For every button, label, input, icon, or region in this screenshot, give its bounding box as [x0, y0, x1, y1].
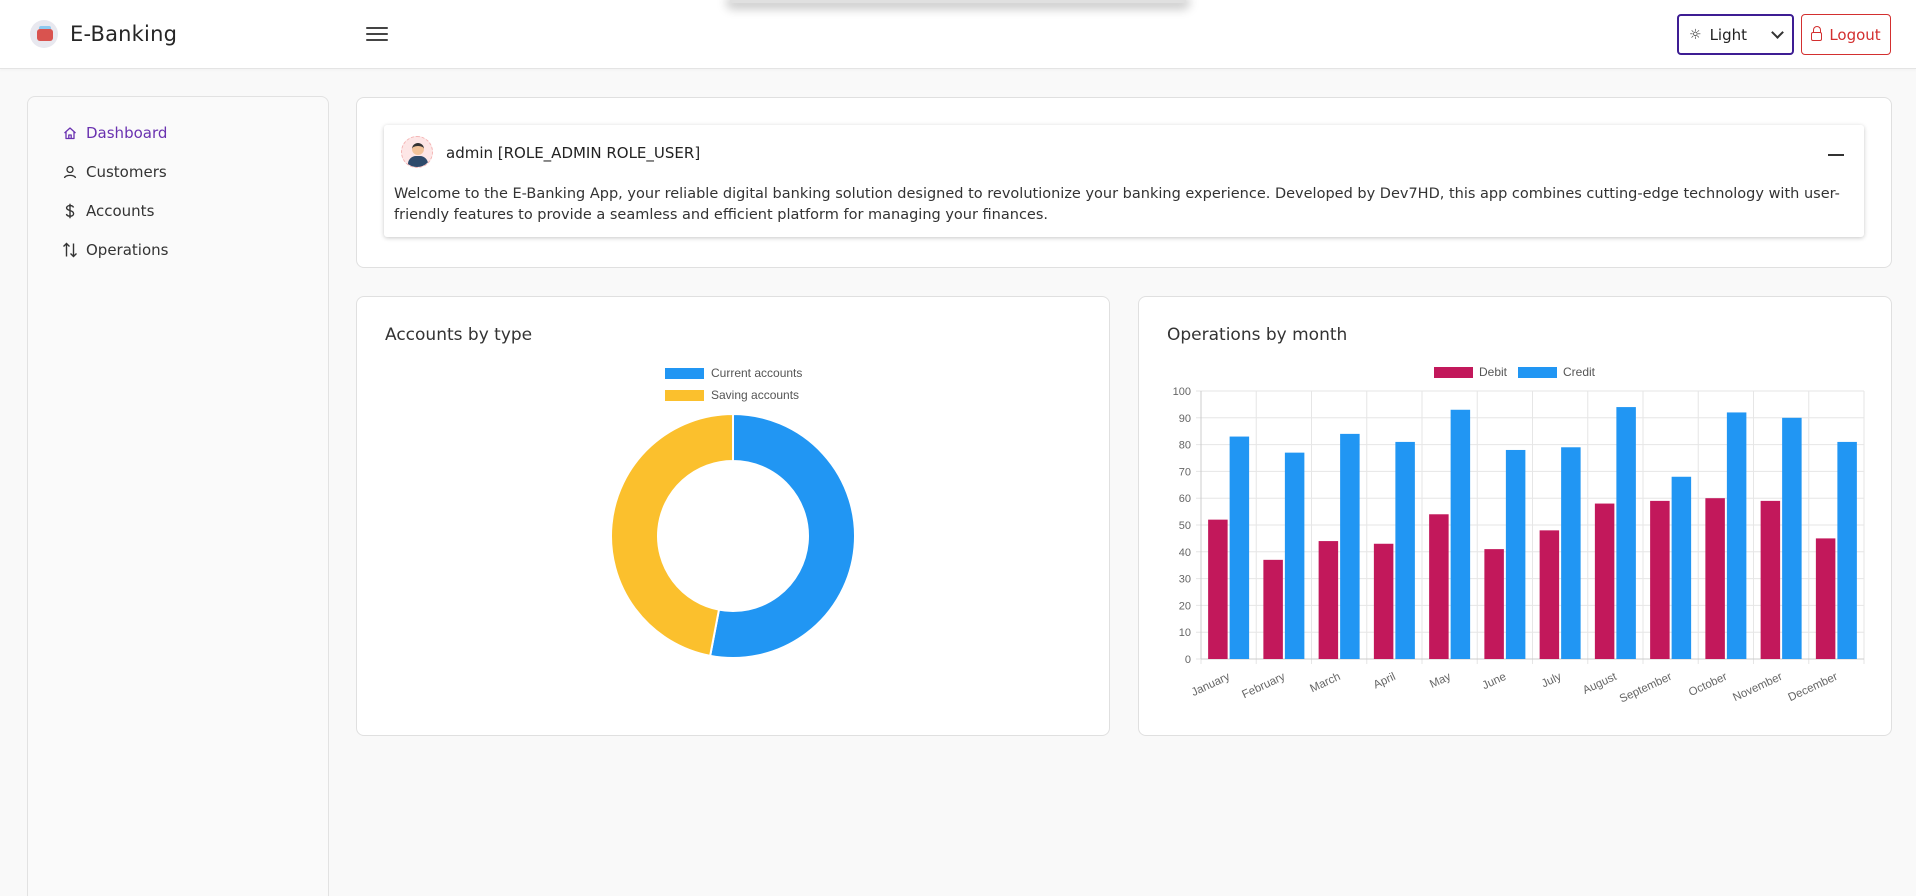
bar	[1340, 433, 1360, 659]
bar	[1760, 500, 1781, 659]
accounts-donut-chart: Current accounts Saving accounts	[610, 366, 856, 659]
sidebar-item-label: Dashboard	[86, 124, 168, 142]
legend-label: Credit	[1563, 365, 1596, 379]
x-tick-label: January	[1190, 671, 1232, 699]
bar	[1705, 498, 1725, 659]
bar	[1782, 417, 1802, 659]
x-tick-label: November	[1731, 671, 1784, 704]
legend-swatch	[665, 390, 704, 401]
welcome-text: Welcome to the E-Banking App, your relia…	[394, 186, 1840, 223]
home-icon	[62, 125, 78, 141]
y-tick-label: 60	[1179, 493, 1191, 505]
bar	[1284, 452, 1305, 659]
bar	[1505, 449, 1526, 659]
bar	[1561, 447, 1581, 659]
sidebar-item-label: Customers	[86, 163, 167, 181]
bar	[1837, 441, 1857, 659]
dollar-icon	[62, 203, 78, 219]
bar	[1263, 559, 1283, 659]
bar	[1594, 503, 1615, 659]
y-tick-label: 20	[1179, 600, 1191, 612]
sidebar-item-dashboard[interactable]: Dashboard	[62, 124, 167, 142]
sidebar: Dashboard Customers Accounts Operations	[27, 96, 329, 896]
minimize-icon[interactable]	[1828, 154, 1844, 156]
bar	[1318, 541, 1339, 659]
app-title: E-Banking	[70, 22, 178, 46]
theme-select[interactable]: ☼ Light	[1677, 14, 1794, 55]
y-tick-label: 80	[1179, 440, 1191, 452]
bar	[1429, 514, 1449, 659]
legend-swatch	[1434, 367, 1473, 378]
lock-icon	[1811, 26, 1823, 41]
x-tick-label: April	[1372, 671, 1398, 692]
logout-button[interactable]: Logout	[1801, 14, 1891, 55]
y-tick-label: 0	[1185, 654, 1191, 666]
donut-slice	[610, 412, 734, 658]
x-tick-label: September	[1618, 671, 1674, 706]
y-tick-label: 90	[1179, 413, 1191, 425]
header-overlay-edge	[730, 0, 1186, 3]
x-tick-label: February	[1240, 671, 1287, 701]
legend-swatch	[1518, 367, 1557, 378]
x-tick-label: March	[1308, 671, 1342, 695]
sidebar-item-operations[interactable]: Operations	[62, 241, 168, 259]
bar	[1616, 407, 1636, 659]
user-name: admin [ROLE_ADMIN ROLE_USER]	[446, 144, 701, 162]
legend-label: Current accounts	[711, 366, 802, 380]
bar	[1229, 436, 1250, 659]
bar	[1395, 441, 1415, 659]
bar	[1373, 543, 1394, 659]
x-tick-label: May	[1428, 671, 1453, 691]
theme-select-label: Light	[1709, 25, 1747, 44]
sidebar-item-label: Accounts	[86, 202, 155, 220]
bar	[1671, 476, 1692, 659]
x-tick-label: August	[1581, 671, 1619, 697]
top-header: E-Banking ☼ Light Logout	[0, 0, 1916, 69]
bar	[1726, 412, 1747, 659]
y-tick-label: 40	[1179, 547, 1191, 559]
bar	[1484, 549, 1504, 659]
avatar	[401, 136, 433, 168]
legend-swatch	[665, 368, 704, 379]
bar	[1450, 409, 1471, 659]
operations-bar-chart: Debit Credit 0 10 20 30 40 50 60 70 80 90 100 January…	[1173, 365, 1865, 706]
legend-label: Saving accounts	[711, 388, 799, 402]
brand[interactable]: E-Banking	[30, 20, 177, 48]
sidebar-item-label: Operations	[86, 241, 169, 259]
accounts-chart-card: Accounts by type Current accounts Saving …	[356, 296, 1110, 736]
bar	[1815, 538, 1836, 659]
y-tick-label: 30	[1179, 574, 1191, 586]
x-tick-label: October	[1687, 671, 1729, 699]
bar	[1650, 500, 1670, 659]
sun-icon: ☼	[1689, 26, 1702, 43]
welcome-card: admin [ROLE_ADMIN ROLE_USER] Welcome to …	[356, 97, 1892, 268]
wallet-logo-icon	[30, 20, 58, 48]
bar	[1208, 519, 1228, 659]
legend-label: Debit	[1479, 365, 1508, 379]
chevron-down-icon	[1771, 26, 1784, 39]
arrows-updown-icon	[62, 242, 78, 258]
y-tick-label: 10	[1179, 627, 1191, 639]
x-tick-label: June	[1480, 671, 1508, 692]
bar	[1539, 530, 1560, 659]
sidebar-item-accounts[interactable]: Accounts	[62, 202, 154, 220]
x-tick-label: July	[1540, 671, 1564, 691]
sidebar-item-customers[interactable]: Customers	[62, 163, 167, 181]
logout-label: Logout	[1829, 25, 1881, 44]
operations-chart-card: Operations by month Debit Credit 0 10 20 30 40…	[1138, 296, 1892, 736]
y-tick-label: 100	[1173, 386, 1191, 398]
y-tick-label: 50	[1179, 520, 1191, 532]
menu-toggle-icon[interactable]	[364, 24, 390, 44]
x-tick-label: December	[1786, 671, 1839, 704]
welcome-panel: admin [ROLE_ADMIN ROLE_USER] Welcome to …	[384, 125, 1864, 237]
y-tick-label: 70	[1179, 466, 1191, 478]
user-icon	[62, 164, 78, 180]
